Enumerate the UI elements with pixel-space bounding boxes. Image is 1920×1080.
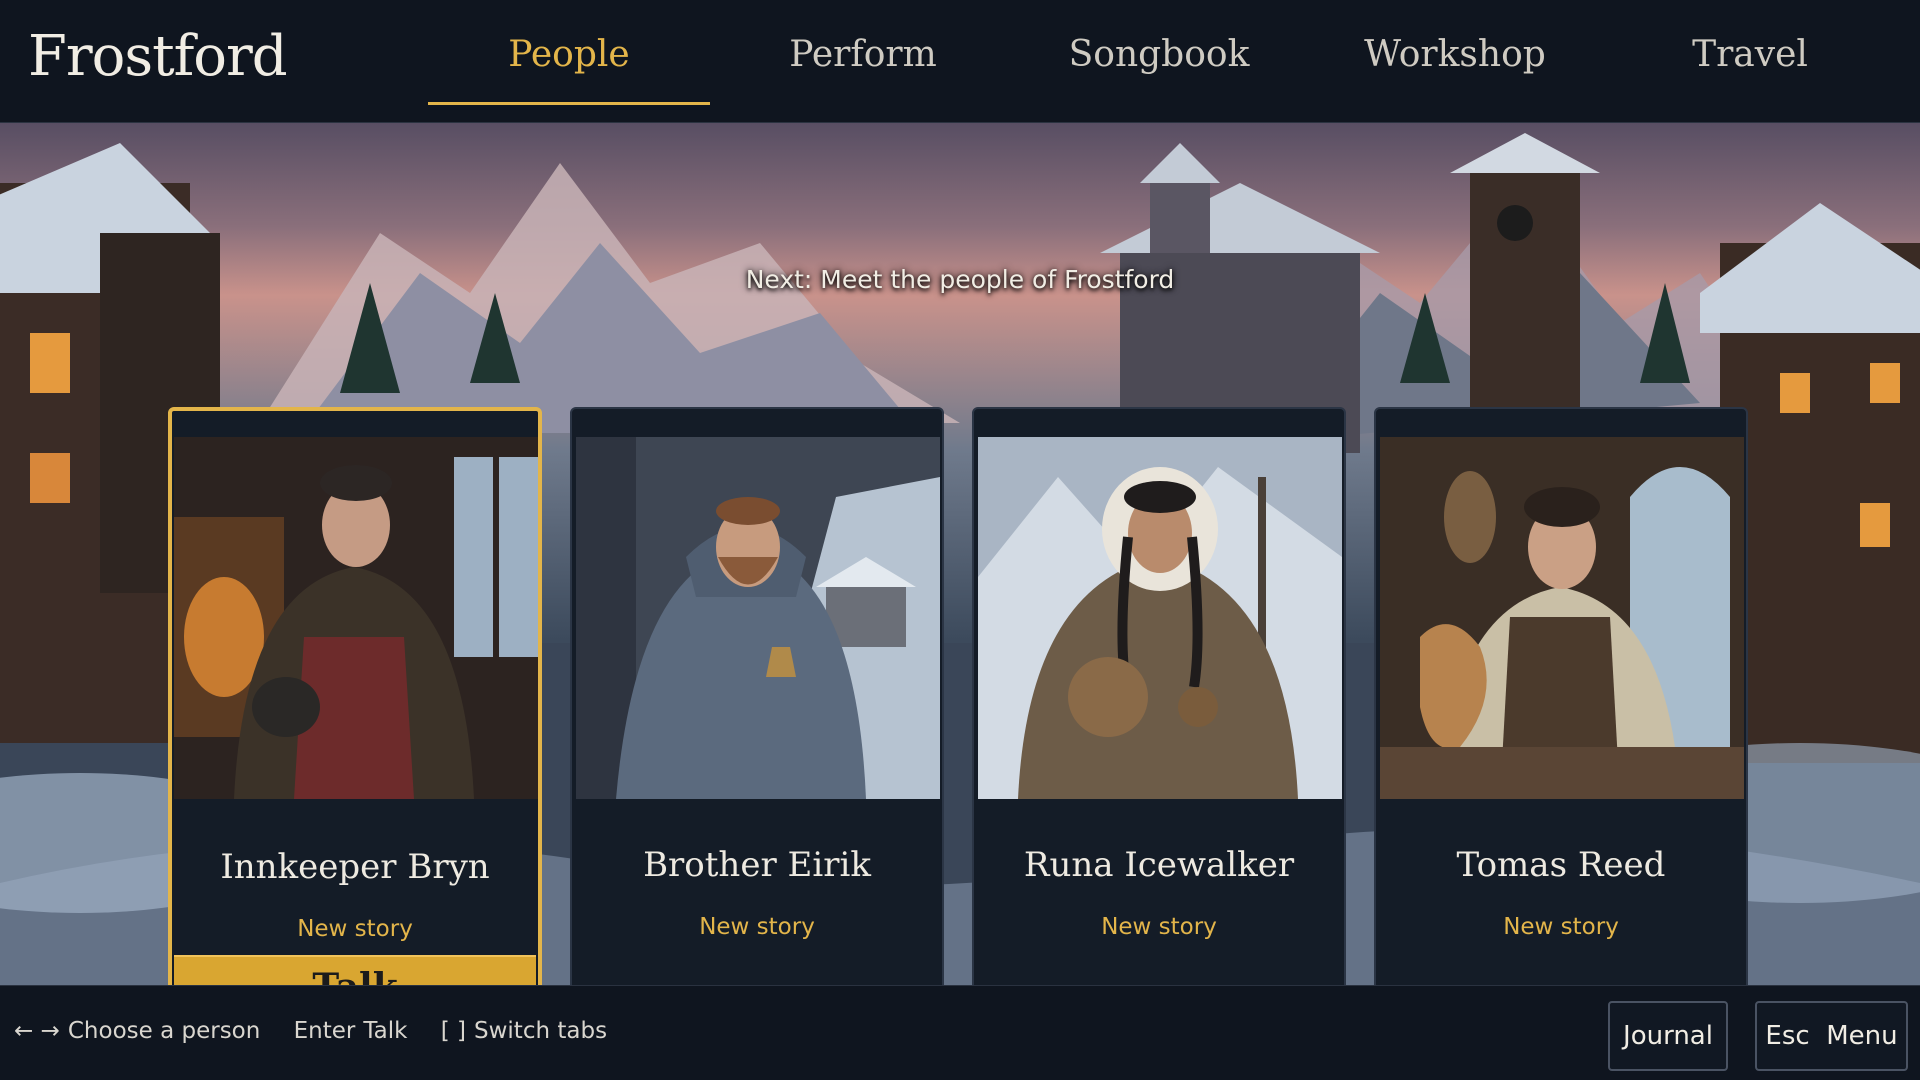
person-card-brother-eirik[interactable]: Brother Eirik New story	[570, 407, 944, 985]
tab-workshop[interactable]: Workshop	[1314, 34, 1596, 104]
new-story-badge: New story	[1503, 914, 1619, 940]
arrow-keys-icon: ← →	[14, 1018, 60, 1044]
top-bar: Frostford People Perform Songbook Worksh…	[0, 0, 1920, 123]
enter-key-label: Enter	[293, 1018, 356, 1044]
bracket-keys-icon: [ ]	[440, 1018, 466, 1044]
portrait-runa-icewalker	[978, 437, 1342, 799]
person-card-tomas-reed[interactable]: Tomas Reed New story	[1374, 407, 1748, 985]
portrait-innkeeper-bryn	[174, 437, 538, 799]
journal-button[interactable]: Journal	[1608, 1001, 1728, 1071]
person-card-innkeeper-bryn[interactable]: Innkeeper Bryn New story Talk	[168, 407, 542, 985]
hint-label: Talk	[363, 1018, 408, 1044]
hint-label: Switch tabs	[474, 1018, 608, 1044]
new-story-badge: New story	[1101, 914, 1217, 940]
new-story-badge: New story	[297, 916, 413, 942]
bottom-bar: ← → Choose a person Enter Talk [ ] Switch t…	[0, 985, 1920, 1080]
portrait-tomas-reed	[1380, 437, 1744, 799]
hint-label: Choose a person	[67, 1018, 261, 1044]
person-name: Innkeeper Bryn	[220, 847, 490, 887]
tab-songbook[interactable]: Songbook	[1018, 34, 1300, 104]
village-scene: Next: Meet the people of Frostford Innke…	[0, 123, 1920, 985]
objective-banner: Next: Meet the people of Frostford	[745, 265, 1175, 294]
control-hints: ← → Choose a person Enter Talk [ ] Switch t…	[14, 1018, 633, 1044]
person-card-runa-icewalker[interactable]: Runa Icewalker New story	[972, 407, 1346, 985]
tab-people[interactable]: People	[428, 34, 710, 105]
person-name: Tomas Reed	[1456, 845, 1666, 885]
hint-choose-person: ← → Choose a person	[14, 1018, 260, 1044]
hint-talk: Enter Talk	[294, 1018, 408, 1044]
person-name: Brother Eirik	[643, 845, 871, 885]
person-name: Runa Icewalker	[1023, 845, 1295, 885]
tab-travel[interactable]: Travel	[1609, 34, 1891, 104]
new-story-badge: New story	[699, 914, 815, 940]
tab-perform[interactable]: Perform	[722, 34, 1004, 104]
portrait-brother-eirik	[576, 437, 940, 799]
talk-button[interactable]: Talk	[174, 955, 536, 985]
main-tabs: People Perform Songbook Workshop Travel	[0, 0, 1920, 123]
hint-switch-tabs: [ ] Switch tabs	[441, 1018, 607, 1044]
menu-button[interactable]: Esc Menu	[1755, 1001, 1908, 1071]
